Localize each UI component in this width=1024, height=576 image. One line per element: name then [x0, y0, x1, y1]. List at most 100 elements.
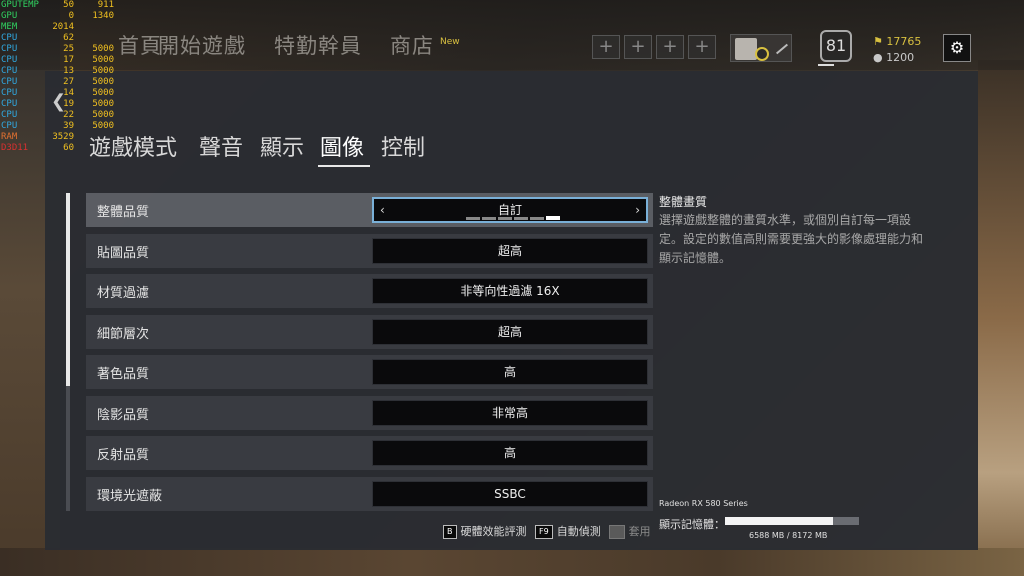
hw-value: 0 [68, 11, 74, 21]
level-progress-bar [818, 64, 834, 66]
setting-label: 反射品質 [97, 448, 150, 463]
background-scene-bottom [0, 548, 1024, 576]
setting-value-selector[interactable]: ‹ 自訂 › [372, 197, 648, 223]
setting-row[interactable]: 貼圖品質 超高 [86, 233, 653, 268]
hw-value: 2014 [52, 22, 74, 32]
hw-label: CPU [1, 110, 18, 120]
key-hint-b: B [443, 525, 457, 539]
store-new-badge: New [440, 37, 460, 47]
scrollbar-track[interactable] [66, 386, 70, 511]
squad-invite-slot[interactable]: + [656, 35, 684, 59]
credits-icon: ● [873, 51, 883, 64]
quality-pip [482, 217, 496, 220]
renown-balance: ⚑ 17765 [873, 35, 921, 48]
quality-pip [466, 217, 480, 220]
gpu-name: Radeon RX 580 Series [659, 499, 748, 508]
plus-icon: + [598, 36, 614, 57]
setting-value-selector[interactable]: 高 [372, 359, 648, 385]
setting-value: 非等向性過濾 16X [460, 284, 560, 298]
setting-label: 整體品質 [97, 205, 150, 220]
setting-row[interactable]: 材質過濾 非等向性過濾 16X [86, 274, 653, 308]
tab-graphics[interactable]: 圖像 [320, 130, 364, 162]
settings-button[interactable]: ⚙ [943, 34, 971, 62]
hw-monitor-row: MEM 2014 [0, 22, 140, 33]
player-level[interactable]: 81 [820, 30, 852, 62]
player-card[interactable] [730, 34, 792, 62]
hw-monitor-row: GPUTEMP 50 911 [0, 0, 140, 11]
hw-value: 25 [63, 44, 74, 54]
hw-monitor-row: CPU 62 [0, 33, 140, 44]
plus-icon: + [694, 36, 710, 57]
auto-detect-label: 自動偵測 [556, 525, 601, 538]
setting-value: SSBC [494, 486, 526, 501]
background-scene-right [978, 60, 1024, 576]
top-navigation: 首頁 開始遊戲 特勤幹員 商店 New + + + + 81 ⚑ 17765 ●… [0, 0, 1024, 70]
setting-value-selector[interactable]: 高 [372, 440, 648, 466]
benchmark-button[interactable]: B 硬體效能評測 [443, 523, 527, 541]
setting-value-selector[interactable]: 超高 [372, 237, 648, 264]
active-tab-indicator [318, 165, 370, 167]
setting-row[interactable]: 著色品質 高 [86, 355, 653, 389]
key-hint-f9: F9 [535, 525, 553, 539]
hw-label: CPU [1, 121, 18, 131]
hw-label: CPU [1, 77, 18, 87]
setting-row[interactable]: 整體品質 ‹ 自訂 › [86, 193, 653, 227]
hw-value-secondary: 911 [97, 0, 114, 10]
hw-label: CPU [1, 99, 18, 109]
credits-amount: 1200 [886, 51, 915, 64]
vram-usage-fill [725, 517, 834, 525]
hw-value-secondary: 5000 [92, 55, 114, 65]
scrollbar-thumb[interactable] [66, 193, 70, 386]
tab-audio[interactable]: 聲音 [199, 130, 243, 162]
hw-monitor-row: CPU 27 5000 [0, 77, 140, 88]
hw-value: 14 [63, 88, 74, 98]
edit-icon [775, 43, 789, 55]
hw-monitor-row: CPU 22 5000 [0, 110, 140, 121]
setting-value-selector[interactable]: SSBC [372, 480, 648, 507]
plus-icon: + [630, 36, 646, 57]
squad-invite-slot[interactable]: + [624, 35, 652, 59]
setting-label: 著色品質 [97, 367, 150, 382]
chevron-left-icon[interactable]: ‹ [380, 199, 385, 221]
setting-value: 非常高 [491, 405, 528, 420]
renown-amount: 17765 [886, 35, 922, 48]
key-hint-apply: ■ [609, 525, 625, 539]
tab-display[interactable]: 顯示 [260, 130, 304, 162]
vram-usage-text: 6588 MB / 8172 MB [749, 531, 828, 540]
hw-value-secondary: 1340 [92, 11, 114, 21]
setting-row[interactable]: 反射品質 高 [86, 436, 653, 470]
hw-label: CPU [1, 88, 18, 98]
hw-value: 39 [63, 121, 74, 131]
nav-play[interactable]: 開始遊戲 [158, 30, 246, 60]
hw-monitor-row: CPU 17 5000 [0, 55, 140, 66]
hw-label: CPU [1, 55, 18, 65]
apply-button[interactable]: ■ 套用 [609, 523, 651, 541]
setting-value: 超高 [497, 243, 522, 258]
hw-monitor-row: GPU 0 1340 [0, 11, 140, 22]
tab-controls[interactable]: 控制 [381, 130, 425, 162]
chevron-right-icon[interactable]: › [635, 199, 640, 221]
setting-value-selector[interactable]: 超高 [372, 318, 648, 345]
hw-monitor-row: D3D11 60 [0, 143, 140, 154]
squad-invite-slot[interactable]: + [688, 35, 716, 59]
hw-label: RAM [1, 132, 18, 142]
hw-value-secondary: 5000 [92, 44, 114, 54]
hw-value: 13 [63, 66, 74, 76]
setting-value-selector[interactable]: 非等向性過濾 16X [372, 278, 648, 304]
setting-value-selector[interactable]: 非常高 [372, 399, 648, 426]
hw-value: 17 [63, 55, 74, 65]
hw-label: CPU [1, 44, 18, 54]
plus-icon: + [662, 36, 678, 57]
auto-detect-button[interactable]: F9 自動偵測 [535, 523, 601, 541]
quality-pip [530, 217, 544, 220]
setting-row[interactable]: 環境光遮蔽 SSBC [86, 476, 653, 511]
setting-row[interactable]: 陰影品質 非常高 [86, 395, 653, 430]
hw-value: 62 [63, 33, 74, 43]
setting-row[interactable]: 細節層次 超高 [86, 314, 653, 349]
squad-invite-slot[interactable]: + [592, 35, 620, 59]
nav-store[interactable]: 商店 [390, 30, 434, 60]
hardware-monitor-overlay: GPUTEMP 50 911 GPU 0 1340 MEM 2014 CPU 62 CPU 25 500… [0, 0, 140, 154]
nav-operators[interactable]: 特勤幹員 [274, 30, 362, 60]
rank-icon [755, 47, 769, 61]
hw-value-secondary: 5000 [92, 88, 114, 98]
